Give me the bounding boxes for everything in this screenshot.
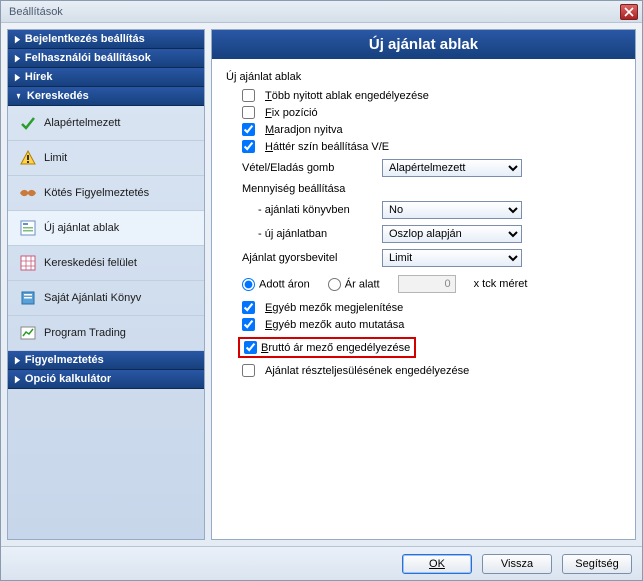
nav-new-order[interactable]: Új ajánlat ablak xyxy=(8,211,204,246)
cb-stay-open-label: Maradjon nyitva xyxy=(265,124,343,136)
footer: OK Vissza Segítség xyxy=(1,546,642,580)
nav-own-book[interactable]: Saját Ajánlati Könyv xyxy=(8,281,204,316)
tick-size-input xyxy=(398,275,456,293)
cb-auto-other-label: Egyéb mezők auto mutatása xyxy=(265,319,404,331)
form-icon xyxy=(18,218,38,238)
nav-label: Limit xyxy=(44,152,67,164)
ok-button[interactable]: OK xyxy=(402,554,472,574)
buysell-select[interactable]: Alapértelmezett xyxy=(382,159,522,177)
section-label: Felhasználói beállítások xyxy=(25,52,151,64)
group-title: Új ajánlat ablak xyxy=(226,71,621,83)
quick-entry-select[interactable]: Limit xyxy=(382,249,522,267)
grid-icon xyxy=(18,253,38,273)
tick-size-label: x tck méret xyxy=(474,278,528,290)
section-label: Kereskedés xyxy=(27,90,89,102)
titlebar: Beállítások xyxy=(1,1,642,23)
close-button[interactable] xyxy=(620,4,638,20)
cb-bg-color-label: Háttér szín beállítása V/E xyxy=(265,141,389,153)
radio-at-price[interactable] xyxy=(242,278,255,291)
cb-fix-position[interactable] xyxy=(242,106,255,119)
section-label: Opció kalkulátor xyxy=(25,373,111,385)
sidebar: ▶ Bejelentkezés beállítás ▶ Felhasználói b… xyxy=(7,29,205,540)
chevron-right-icon: ▶ xyxy=(15,355,20,366)
cb-multi-window[interactable] xyxy=(242,89,255,102)
content-panel: Új ajánlat ablak Új ajánlat ablak Több n… xyxy=(211,29,636,540)
cb-auto-other[interactable] xyxy=(242,318,255,331)
check-icon xyxy=(18,113,38,133)
buysell-label: Vétel/Eladás gomb xyxy=(242,162,382,174)
section-alerts[interactable]: ▶ Figyelmeztetés xyxy=(8,351,204,370)
radio-at-price-label[interactable]: Adott áron xyxy=(242,278,310,291)
nav-label: Kereskedési felület xyxy=(44,257,137,269)
qty-book-select[interactable]: No xyxy=(382,201,522,219)
cb-bg-color[interactable] xyxy=(242,140,255,153)
nav-label: Saját Ajánlati Könyv xyxy=(44,292,141,304)
qty-new-select[interactable]: Oszlop alapján xyxy=(382,225,522,243)
chevron-right-icon: ▶ xyxy=(15,374,20,385)
section-label: Bejelentkezés beállítás xyxy=(25,33,145,45)
cb-show-other[interactable] xyxy=(242,301,255,314)
nav-label: Alapértelmezett xyxy=(44,117,120,129)
nav-label: Kötés Figyelmeztetés xyxy=(44,187,149,199)
nav-label: Új ajánlat ablak xyxy=(44,222,119,234)
book-icon xyxy=(18,288,38,308)
close-icon xyxy=(624,7,634,17)
help-button[interactable]: Segítség xyxy=(562,554,632,574)
section-user[interactable]: ▶ Felhasználói beállítások xyxy=(8,49,204,68)
handshake-icon xyxy=(18,183,38,203)
radio-below-price-label[interactable]: Ár alatt xyxy=(328,278,380,291)
chart-icon xyxy=(18,323,38,343)
nav-label: Program Trading xyxy=(44,327,126,339)
nav-limit[interactable]: Limit xyxy=(8,141,204,176)
chevron-right-icon: ▶ xyxy=(15,72,20,83)
section-option-calc[interactable]: ▶ Opció kalkulátor xyxy=(8,370,204,389)
cb-gross-price-label: Bruttó ár mező engedélyezése xyxy=(261,342,410,354)
cb-stay-open[interactable] xyxy=(242,123,255,136)
warning-icon xyxy=(18,148,38,168)
chevron-right-icon: ▶ xyxy=(15,53,20,64)
section-label: Figyelmeztetés xyxy=(25,354,104,366)
chevron-right-icon: ▶ xyxy=(15,34,20,45)
qty-book-label: - ajánlati könyvben xyxy=(258,204,382,216)
nav-trade-surface[interactable]: Kereskedési felület xyxy=(8,246,204,281)
qty-new-label: - új ajánlatban xyxy=(258,228,382,240)
cb-fix-position-label: Fix pozíció xyxy=(265,107,318,119)
qty-label: Mennyiség beállítása xyxy=(242,183,621,195)
back-button[interactable]: Vissza xyxy=(482,554,552,574)
radio-below-price[interactable] xyxy=(328,278,341,291)
chevron-down-icon: ▼ xyxy=(15,91,21,101)
nav-default[interactable]: Alapértelmezett xyxy=(8,106,204,141)
window-title: Beállítások xyxy=(5,6,620,18)
cb-show-other-label: Egyéb mezők megjelenítése xyxy=(265,302,403,314)
section-label: Hírek xyxy=(25,71,53,83)
highlighted-option: Bruttó ár mező engedélyezése xyxy=(238,337,416,358)
cb-partial-fill-label: Ajánlat részteljesülésének engedélyezése xyxy=(265,365,469,377)
section-trading[interactable]: ▼ Kereskedés xyxy=(8,87,204,106)
content-title: Új ajánlat ablak xyxy=(212,30,635,59)
section-login[interactable]: ▶ Bejelentkezés beállítás xyxy=(8,30,204,49)
section-news[interactable]: ▶ Hírek xyxy=(8,68,204,87)
quick-entry-label: Ajánlat gyorsbevitel xyxy=(242,252,382,264)
nav-trade-alert[interactable]: Kötés Figyelmeztetés xyxy=(8,176,204,211)
nav-program-trading[interactable]: Program Trading xyxy=(8,316,204,351)
cb-gross-price[interactable] xyxy=(244,341,257,354)
cb-partial-fill[interactable] xyxy=(242,364,255,377)
cb-multi-window-label: Több nyitott ablak engedélyezése xyxy=(265,90,429,102)
